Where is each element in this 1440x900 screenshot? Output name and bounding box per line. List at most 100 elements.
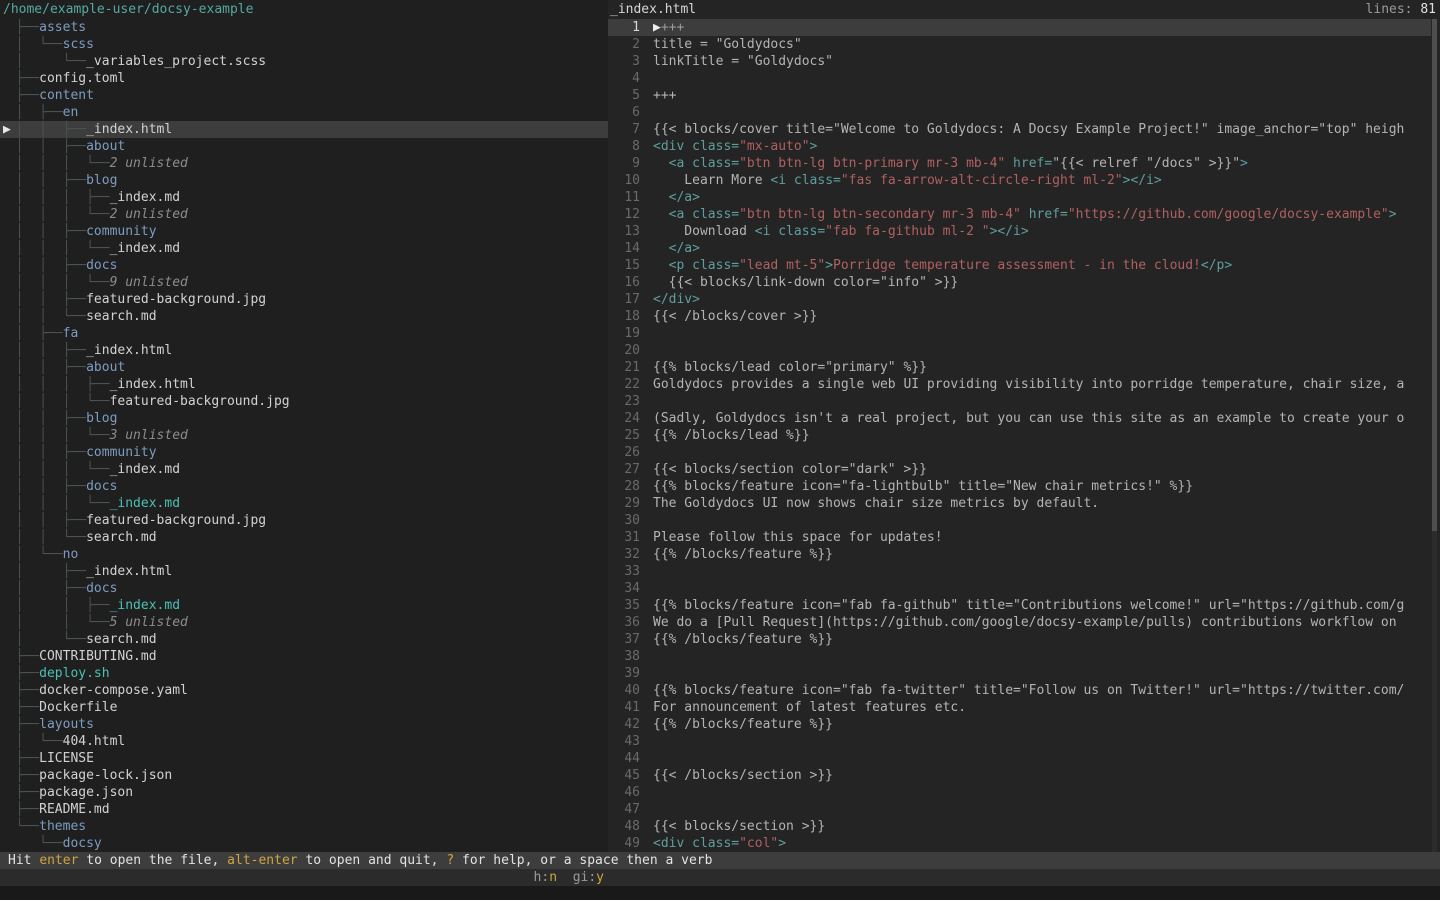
- tree-dir[interactable]: │ │ ├──about: [0, 359, 608, 376]
- tree-guide-lines: │ └──: [0, 734, 63, 749]
- line-number: 29: [608, 495, 640, 512]
- tree-guide-lines: │ └──: [0, 37, 63, 52]
- tree-item-selected[interactable]: ▶ │ │ ├──_index.html: [0, 121, 608, 138]
- tree-item-label: search.md: [86, 632, 156, 647]
- tree-item[interactable]: ├──CONTRIBUTING.md: [0, 648, 608, 665]
- tree-item-label: featured-background.jpg: [86, 292, 266, 307]
- tree-item[interactable]: │ │ └──search.md: [0, 308, 608, 325]
- tree-item-label: config.toml: [39, 71, 125, 86]
- root-path[interactable]: /home/example-user/docsy-example: [3, 1, 253, 18]
- line-number: 48: [608, 818, 640, 835]
- code-line: 4: [608, 70, 1431, 87]
- tree-dir[interactable]: │ │ ├──community: [0, 444, 608, 461]
- tree-dir[interactable]: └──themes: [0, 818, 608, 835]
- tree-dir[interactable]: │ ├──en: [0, 104, 608, 121]
- code-line: 36We do a [Pull Request](https://github.…: [608, 614, 1431, 631]
- tree-item-label: featured-background.jpg: [86, 513, 266, 528]
- tree-item-label: docker-compose.yaml: [39, 683, 188, 698]
- tree-item[interactable]: │ │ ├──_index.html: [0, 342, 608, 359]
- tree-dir[interactable]: │ │ ├──blog: [0, 410, 608, 427]
- tree-item-label: LICENSE: [39, 751, 94, 766]
- tree-item[interactable]: │ │ │ ├──_index.html: [0, 376, 608, 393]
- tree-item[interactable]: │ │ ├──featured-background.jpg: [0, 291, 608, 308]
- code-line: 20: [608, 342, 1431, 359]
- tree-item[interactable]: │ │ │ ├──_index.md: [0, 189, 608, 206]
- tree-dir[interactable]: │ ├──docs: [0, 580, 608, 597]
- line-number: 3: [608, 53, 640, 70]
- code-line: 6: [608, 104, 1431, 121]
- command-input-line[interactable]: :e h:n gi:y: [0, 869, 1440, 886]
- line-number: 34: [608, 580, 640, 597]
- line-number: 30: [608, 512, 640, 529]
- tree-item-label: package.json: [39, 785, 133, 800]
- line-number: 47: [608, 801, 640, 818]
- tree-guide-lines: │ │ ├──: [0, 598, 110, 613]
- tree-item[interactable]: │ │ └──search.md: [0, 529, 608, 546]
- code-line: 33: [608, 563, 1431, 580]
- tree-guide-lines: │ │ │ └──: [0, 275, 110, 290]
- tree-dir[interactable]: ├──layouts: [0, 716, 608, 733]
- tree-item[interactable]: ├──docker-compose.yaml: [0, 682, 608, 699]
- line-number: 49: [608, 835, 640, 852]
- tree-item[interactable]: │ └──search.md: [0, 631, 608, 648]
- preview-scrollbar[interactable]: [1432, 19, 1437, 852]
- tree-dir[interactable]: │ └──scss: [0, 36, 608, 53]
- tree-item[interactable]: ├──Dockerfile: [0, 699, 608, 716]
- tree-item-label: 2 unlisted: [110, 156, 188, 171]
- tree-item-label: community: [86, 445, 156, 460]
- tree-guide-lines: │ │ ├──: [0, 513, 86, 528]
- code-line-text: linkTitle = "Goldydocs": [653, 54, 833, 69]
- tree-item[interactable]: │ └──_variables_project.scss: [0, 53, 608, 70]
- tree-dir[interactable]: │ └──no: [0, 546, 608, 563]
- tree-dir[interactable]: │ │ ├──blog: [0, 172, 608, 189]
- tree-dir[interactable]: │ ├──fa: [0, 325, 608, 342]
- tree-dir[interactable]: │ │ ├──docs: [0, 478, 608, 495]
- line-number: 4: [608, 70, 640, 87]
- tree-item[interactable]: │ │ │ └──_index.md: [0, 240, 608, 257]
- tree-item[interactable]: │ │ │ └──_index.md: [0, 461, 608, 478]
- tree-dir[interactable]: ├──content: [0, 87, 608, 104]
- tree-item-label: docs: [86, 479, 117, 494]
- tree-dir[interactable]: ├──assets: [0, 19, 608, 36]
- tree-item[interactable]: ├──deploy.sh: [0, 665, 608, 682]
- code-line-text: Learn More <i class="fas fa-arrow-alt-ci…: [653, 173, 1162, 188]
- line-number: 14: [608, 240, 640, 257]
- flag-value: n: [549, 870, 557, 885]
- tree-item[interactable]: │ │ ├──_index.md: [0, 597, 608, 614]
- tree-item[interactable]: ├──LICENSE: [0, 750, 608, 767]
- code-line-text: ▶+++: [653, 20, 684, 35]
- code-line-text: For announcement of latest features etc.: [653, 700, 966, 715]
- tree-item[interactable]: ├──package-lock.json: [0, 767, 608, 784]
- code-line: 31Please follow this space for updates!: [608, 529, 1431, 546]
- tree-item[interactable]: ├──README.md: [0, 801, 608, 818]
- tree-item[interactable]: │ │ ├──featured-background.jpg: [0, 512, 608, 529]
- tree-item[interactable]: ├──config.toml: [0, 70, 608, 87]
- tree-guide-lines: │ ├──: [0, 105, 63, 120]
- code-line-text: +++: [653, 88, 676, 103]
- tree-item[interactable]: │ └──404.html: [0, 733, 608, 750]
- tree-dir[interactable]: │ │ ├──community: [0, 223, 608, 240]
- tree-guide-lines: │ │ ├──: [0, 360, 86, 375]
- tree-item[interactable]: │ ├──_index.html: [0, 563, 608, 580]
- tree-item[interactable]: │ │ │ └──_index.md: [0, 495, 608, 512]
- tree-dir[interactable]: │ │ ├──docs: [0, 257, 608, 274]
- scrollbar-thumb[interactable]: [1432, 19, 1437, 531]
- status-text: Hit: [8, 853, 39, 868]
- tree-dir[interactable]: │ │ ├──about: [0, 138, 608, 155]
- tree-guide-lines: │ │ ├──: [0, 479, 86, 494]
- line-number: 45: [608, 767, 640, 784]
- tree-guide-lines: │ │ │ └──: [0, 394, 110, 409]
- preview-panel: _index.html lines: 81 1▶+++2title = "Gol…: [608, 0, 1440, 852]
- tree-item-label: _index.html: [86, 122, 172, 137]
- code-line: 48{{< blocks/section >}}: [608, 818, 1431, 835]
- code-line: 45{{< /blocks/section >}}: [608, 767, 1431, 784]
- line-number: 46: [608, 784, 640, 801]
- tree-guide-lines: │ │ ├──: [0, 224, 86, 239]
- tree-item[interactable]: ├──package.json: [0, 784, 608, 801]
- tree-dir[interactable]: └──docsy: [0, 835, 608, 852]
- tree-item[interactable]: │ │ │ └──featured-background.jpg: [0, 393, 608, 410]
- tree-guide-lines: │ │ └──: [0, 615, 110, 630]
- tree-item: │ │ │ └──2 unlisted: [0, 155, 608, 172]
- code-line: 14 </a>: [608, 240, 1431, 257]
- tree-guide-lines: ├──: [0, 751, 39, 766]
